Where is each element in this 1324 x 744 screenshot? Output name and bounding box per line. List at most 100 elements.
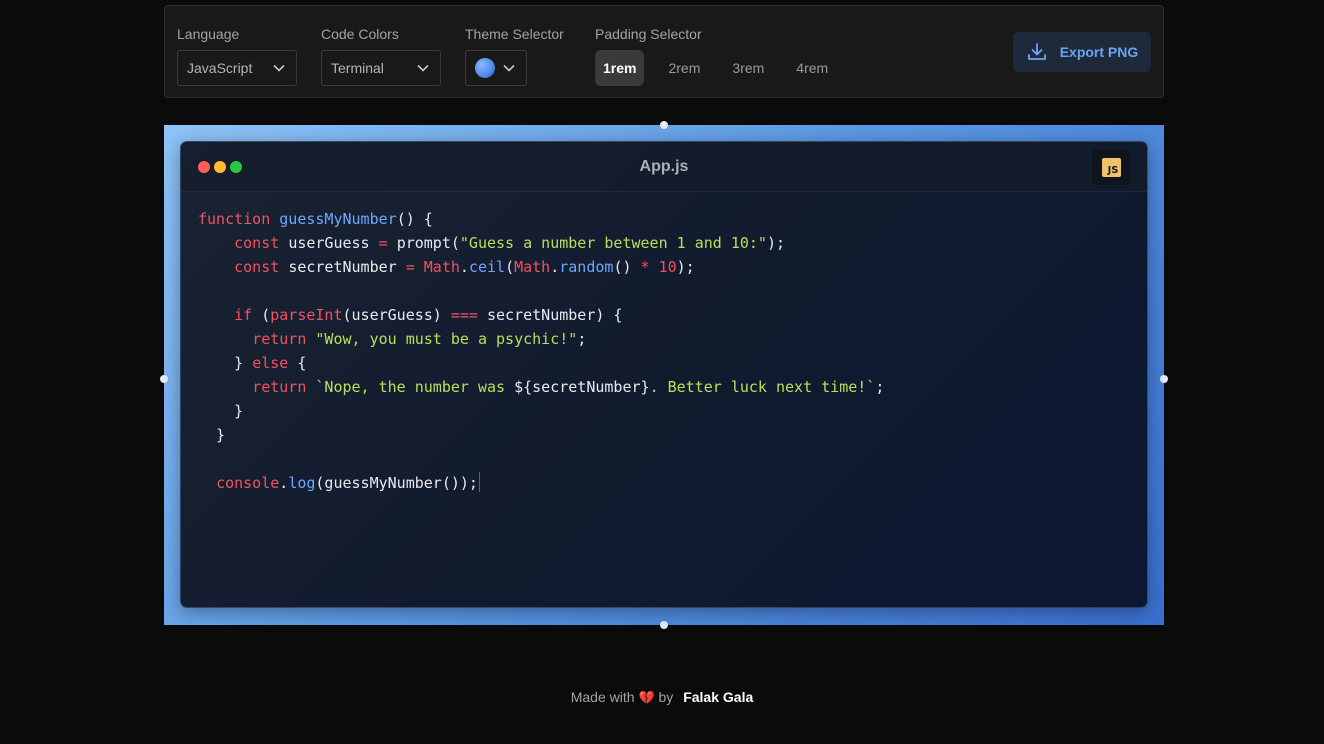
code-token: return xyxy=(252,330,316,348)
code-token: userGuess xyxy=(288,234,379,252)
code-token: log xyxy=(288,474,316,492)
footer-by: by xyxy=(658,689,674,705)
padding-option-2rem[interactable]: 2rem xyxy=(660,50,708,86)
language-select[interactable]: JavaScript xyxy=(177,50,297,86)
theme-select[interactable] xyxy=(465,50,527,86)
code-token: guessMyNumber xyxy=(279,210,397,228)
code-token: } xyxy=(198,426,226,444)
code-colors-label: Code Colors xyxy=(321,26,399,42)
code-line: } xyxy=(198,423,1147,447)
padding-label: Padding Selector xyxy=(595,26,702,42)
code-token: ); xyxy=(676,258,695,276)
text-cursor xyxy=(478,472,480,492)
code-token: console xyxy=(216,474,280,492)
code-token: } xyxy=(198,402,244,420)
code-token: === xyxy=(450,306,487,324)
padding-group: Padding Selector 1rem 2rem 3rem 4rem xyxy=(595,24,852,86)
language-badge: JS xyxy=(1092,149,1130,185)
code-token: * 10 xyxy=(640,258,677,276)
code-token: `Nope, the number was xyxy=(315,378,515,396)
code-line: return "Wow, you must be a psychic!"; xyxy=(198,327,1147,351)
code-token: ; xyxy=(577,330,587,348)
code-token: ; xyxy=(875,378,885,396)
padding-options: 1rem 2rem 3rem 4rem xyxy=(595,50,852,86)
resize-handle-left[interactable] xyxy=(160,375,168,383)
code-window: App.js JS function guessMyNumber() { con… xyxy=(180,141,1148,608)
code-line: return `Nope, the number was ${secretNum… xyxy=(198,375,1147,399)
theme-color-swatch xyxy=(475,58,495,78)
code-token: (userGuess) xyxy=(342,306,451,324)
code-token: ); xyxy=(766,234,786,252)
code-token: { xyxy=(297,354,307,372)
code-line: } else { xyxy=(198,351,1147,375)
code-token: = xyxy=(405,258,424,276)
code-line: const userGuess = prompt("Guess a number… xyxy=(198,231,1147,255)
code-token: (guessMyNumber()); xyxy=(315,474,478,492)
export-label: Export PNG xyxy=(1059,44,1139,60)
code-token: "Wow, you must be a psychic!" xyxy=(315,330,578,348)
code-line: if (parseInt(userGuess) === secretNumber… xyxy=(198,303,1147,327)
code-token: parseInt xyxy=(270,306,343,324)
download-icon xyxy=(1027,43,1046,60)
code-token: = xyxy=(378,234,397,252)
code-token: } xyxy=(198,354,253,372)
code-token: . xyxy=(459,258,469,276)
code-token: () xyxy=(613,258,641,276)
resize-handle-bottom[interactable] xyxy=(660,621,668,629)
code-line: function guessMyNumber() { xyxy=(198,207,1147,231)
code-token: . xyxy=(279,474,289,492)
footer-made-with: Made with xyxy=(570,689,635,705)
code-token: secretNumber) { xyxy=(487,306,623,324)
code-token: secretNumber xyxy=(288,258,406,276)
heart-icon: 💔 xyxy=(638,690,655,705)
code-token: random xyxy=(559,258,614,276)
code-token: ( xyxy=(505,258,515,276)
padding-option-3rem[interactable]: 3rem xyxy=(724,50,772,86)
padding-option-4rem[interactable]: 4rem xyxy=(788,50,836,86)
chevron-down-icon xyxy=(417,64,429,72)
code-token: ( xyxy=(261,306,271,324)
code-colors-select[interactable]: Terminal xyxy=(321,50,441,86)
language-group: Language JavaScript xyxy=(177,24,297,86)
code-token: Math xyxy=(423,258,460,276)
code-token: () { xyxy=(396,210,433,228)
javascript-icon: JS xyxy=(1101,157,1121,177)
code-token: const xyxy=(234,258,289,276)
chevron-down-icon xyxy=(503,64,515,72)
resize-handle-right[interactable] xyxy=(1160,375,1168,383)
padding-option-1rem[interactable]: 1rem xyxy=(595,50,645,86)
chevron-down-icon xyxy=(273,64,285,72)
code-token: if xyxy=(234,306,262,324)
code-token: . xyxy=(550,258,560,276)
code-line: const secretNumber = Math.ceil(Math.rand… xyxy=(198,255,1147,279)
code-line: console.log(guessMyNumber()); xyxy=(198,471,1147,495)
code-line: } xyxy=(198,399,1147,423)
code-token: ceil xyxy=(468,258,506,276)
code-editor[interactable]: function guessMyNumber() { const userGue… xyxy=(181,192,1147,495)
code-token: ${secretNumber} xyxy=(514,378,650,396)
code-colors-value: Terminal xyxy=(331,60,384,76)
theme-label: Theme Selector xyxy=(465,26,564,42)
theme-group: Theme Selector xyxy=(465,24,564,86)
resize-handle-top[interactable] xyxy=(660,121,668,129)
file-name[interactable]: App.js xyxy=(181,158,1147,176)
export-png-button[interactable]: Export PNG xyxy=(1013,32,1151,72)
code-token: function xyxy=(198,210,280,228)
code-colors-group: Code Colors Terminal xyxy=(321,24,441,86)
code-token: else xyxy=(252,354,298,372)
code-token: return xyxy=(252,378,316,396)
code-canvas: App.js JS function guessMyNumber() { con… xyxy=(160,121,1168,629)
code-token: "Guess a number between 1 and 10:" xyxy=(459,234,767,252)
author-name[interactable]: Falak Gala xyxy=(683,689,753,705)
code-token: . Better luck next time!` xyxy=(649,378,876,396)
window-titlebar: App.js JS xyxy=(181,142,1147,192)
code-token: Math xyxy=(514,258,551,276)
